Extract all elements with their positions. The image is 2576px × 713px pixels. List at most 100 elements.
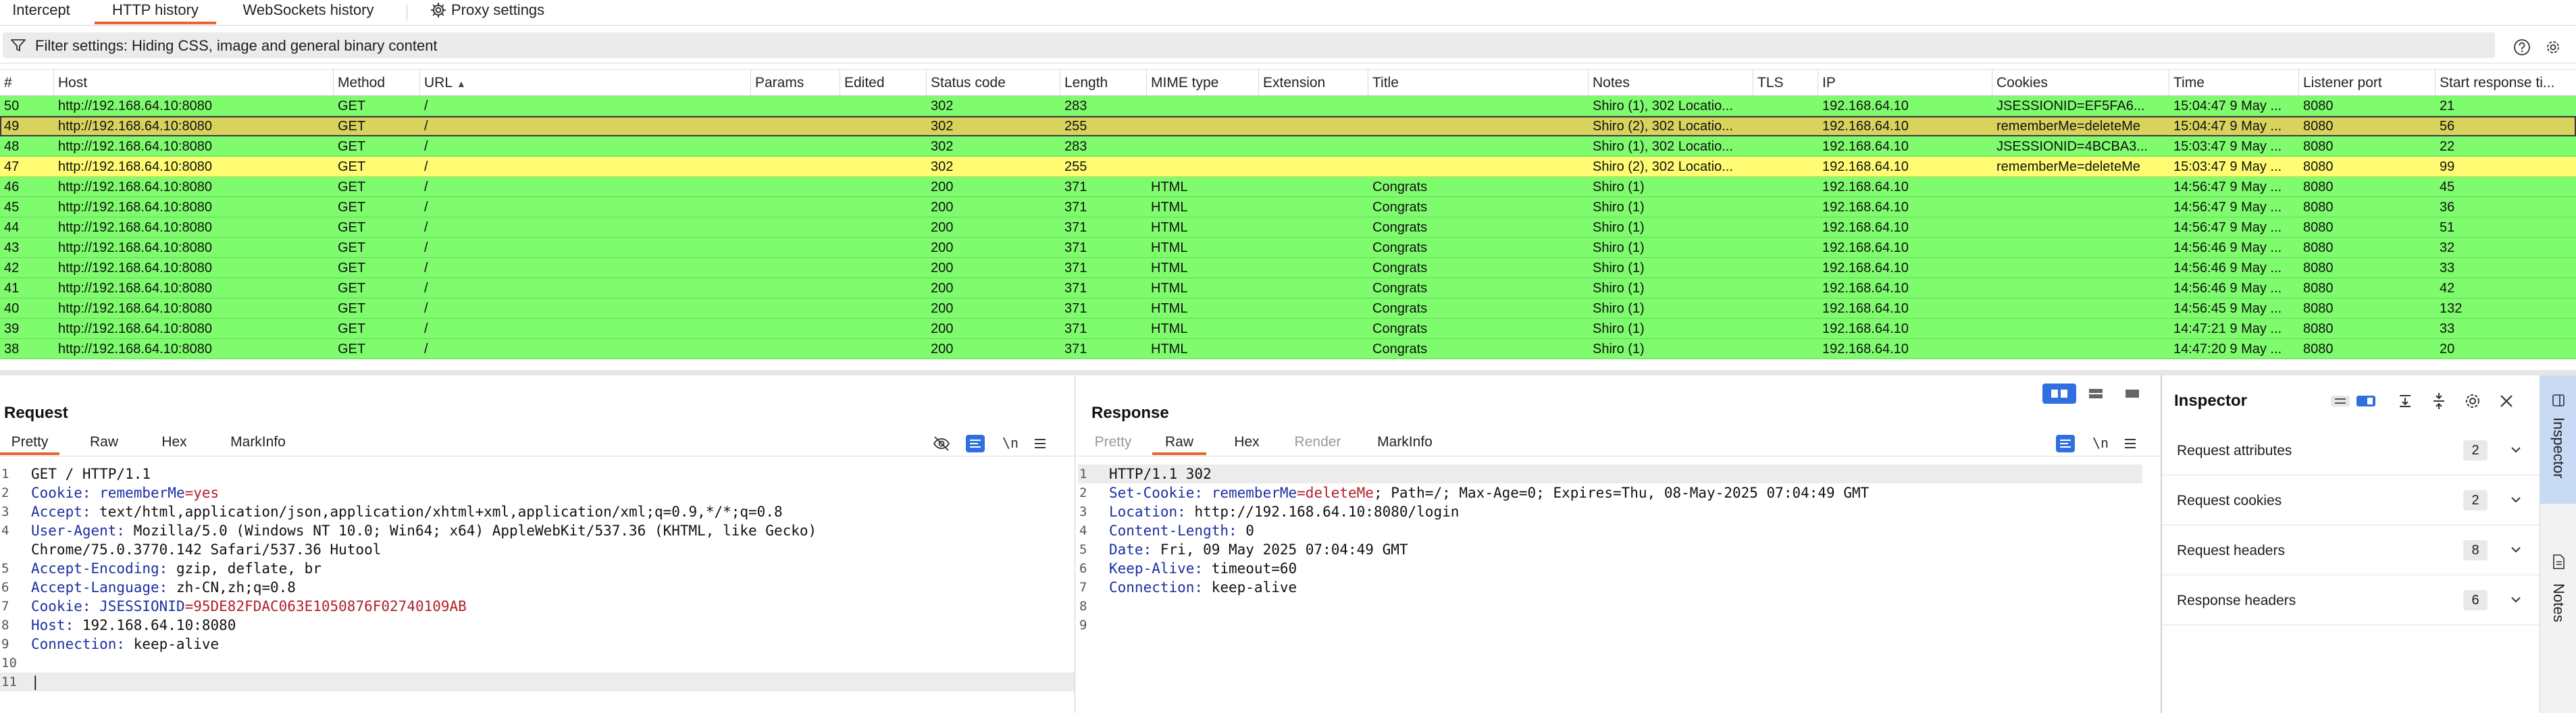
filter-settings-box[interactable]: Filter settings: Hiding CSS, image and g… xyxy=(3,32,2495,58)
tab-proxy-settings[interactable]: Proxy settings xyxy=(430,0,565,24)
column-params[interactable]: Params xyxy=(751,70,840,97)
column-cookies[interactable]: Cookies xyxy=(1992,70,2169,97)
cell-notes: Shiro (1) xyxy=(1593,281,1645,296)
column-ip[interactable]: IP xyxy=(1818,70,1992,97)
hide-icon[interactable] xyxy=(932,435,951,452)
table-row[interactable]: 45 http://192.168.64.10:8080 GET / 200 371 HTM… xyxy=(0,197,2576,217)
rail-tab-inspector[interactable]: Inspector xyxy=(2540,375,2576,504)
settings-icon[interactable] xyxy=(2544,38,2562,57)
inspector-section-request-cookies[interactable]: Request cookies 2 xyxy=(2162,475,2540,525)
rail-inspector-label: Inspector xyxy=(2550,417,2567,479)
chevron-down-icon[interactable] xyxy=(2508,442,2524,458)
pretty-format-icon[interactable] xyxy=(966,435,985,452)
column-method[interactable]: Method xyxy=(334,70,420,97)
side-rail: Inspector Notes xyxy=(2540,375,2576,713)
cell-title: Congrats xyxy=(1372,200,1428,215)
collapse-all-icon[interactable] xyxy=(2393,390,2417,412)
code-token: text/html,application/json,application/x… xyxy=(99,504,783,520)
column-mime-type[interactable]: MIME type xyxy=(1147,70,1259,97)
table-row[interactable]: 42 http://192.168.64.10:8080 GET / 200 371 HTM… xyxy=(0,258,2576,278)
code-token: =deleteMe xyxy=(1297,485,1374,501)
expand-all-icon[interactable] xyxy=(2427,390,2451,412)
column-tls[interactable]: TLS xyxy=(1753,70,1818,97)
side-by-side-layout-icon[interactable] xyxy=(2042,384,2076,404)
inspector-section-response-headers[interactable]: Response headers 6 xyxy=(2162,575,2540,625)
column-extension[interactable]: Extension xyxy=(1259,70,1368,97)
column-time[interactable]: Time xyxy=(2169,70,2299,97)
newline-toggle[interactable]: \n xyxy=(2092,435,2109,451)
cell-port: 8080 xyxy=(2303,159,2334,174)
table-row[interactable]: 46 http://192.168.64.10:8080 GET / 200 371 HTM… xyxy=(0,177,2576,197)
column-start-response-time[interactable]: Start response ti... xyxy=(2436,70,2576,97)
chevron-down-icon[interactable] xyxy=(2508,542,2524,558)
request-editor[interactable]: 1 GET / HTTP/1.1 2 Cookie: rememberMe=yes 3 A… xyxy=(0,465,1075,691)
response-title: Response xyxy=(1091,404,1169,422)
cell-length: 283 xyxy=(1064,139,1087,154)
menu-icon[interactable] xyxy=(1031,435,1050,452)
inspector-panel-layout-icon[interactable] xyxy=(2354,390,2378,412)
table-row[interactable]: 44 http://192.168.64.10:8080 GET / 200 371 HTM… xyxy=(0,217,2576,238)
chevron-down-icon[interactable] xyxy=(2508,492,2524,508)
stacked-layout-icon[interactable] xyxy=(2079,384,2113,404)
inspector-section-request-attributes[interactable]: Request attributes 2 xyxy=(2162,425,2540,475)
rail-tab-notes[interactable]: Notes xyxy=(2540,554,2576,648)
cell-mime: HTML xyxy=(1151,261,1188,275)
cell-start: 33 xyxy=(2440,261,2455,275)
column-edited[interactable]: Edited xyxy=(840,70,927,97)
inspector-list-layout-icon[interactable] xyxy=(2328,390,2352,412)
response-tab-raw[interactable]: Raw xyxy=(1152,432,1206,455)
pane-splitter[interactable] xyxy=(0,370,2576,375)
cell-num: 46 xyxy=(4,180,20,194)
cell-title: Congrats xyxy=(1372,301,1428,316)
code-token: 192.168.64.10:8080 xyxy=(82,617,236,633)
tab-intercept[interactable]: Intercept xyxy=(4,0,78,24)
menu-icon[interactable] xyxy=(2121,435,2140,452)
cell-url: / xyxy=(424,159,428,174)
cell-mime xyxy=(1147,157,1259,177)
column-notes[interactable]: Notes xyxy=(1589,70,1753,97)
request-tab-raw[interactable]: Raw xyxy=(80,432,128,455)
table-row[interactable]: 40 http://192.168.64.10:8080 GET / 200 371 HTM… xyxy=(0,298,2576,319)
table-row[interactable]: 47 http://192.168.64.10:8080 GET / 302 255 Shi… xyxy=(0,157,2576,177)
line-content: Connection: keep-alive xyxy=(1109,578,1297,597)
table-row[interactable]: 48 http://192.168.64.10:8080 GET / 302 283 Shi… xyxy=(0,136,2576,157)
request-tab-hex[interactable]: Hex xyxy=(150,432,199,455)
newline-toggle[interactable]: \n xyxy=(1002,435,1019,451)
response-tab-markinfo[interactable]: MarkInfo xyxy=(1366,432,1444,455)
cell-status: 200 xyxy=(931,301,954,316)
column-length[interactable]: Length xyxy=(1060,70,1147,97)
table-row[interactable]: 43 http://192.168.64.10:8080 GET / 200 371 HTM… xyxy=(0,238,2576,258)
response-tab-hex[interactable]: Hex xyxy=(1227,432,1267,455)
table-row[interactable]: 41 http://192.168.64.10:8080 GET / 200 371 HTM… xyxy=(0,278,2576,298)
request-tab-markinfo[interactable]: MarkInfo xyxy=(219,432,297,455)
request-tab-pretty[interactable]: Pretty xyxy=(0,432,59,455)
cell-num: 38 xyxy=(4,342,20,356)
table-row[interactable]: 49 http://192.168.64.10:8080 GET / 302 255 Shi… xyxy=(0,116,2576,136)
column-title[interactable]: Title xyxy=(1368,70,1589,97)
column-url[interactable]: URL ▲ xyxy=(420,70,751,97)
single-pane-layout-icon[interactable] xyxy=(2115,384,2149,404)
tab-http-history[interactable]: HTTP history xyxy=(95,0,216,24)
chevron-down-icon[interactable] xyxy=(2508,591,2524,608)
inspector-settings-icon[interactable] xyxy=(2461,390,2485,412)
inspector-section-request-headers[interactable]: Request headers 8 xyxy=(2162,525,2540,575)
response-tab-render[interactable]: Render xyxy=(1287,432,1348,455)
history-table-header: # Host Method URL ▲ Params Edited Status … xyxy=(0,69,2576,97)
table-row[interactable]: 39 http://192.168.64.10:8080 GET / 200 371 HTM… xyxy=(0,319,2576,339)
column-number[interactable]: # xyxy=(0,70,54,97)
close-icon[interactable] xyxy=(2494,390,2519,412)
response-editor[interactable]: 1 HTTP/1.1 302 2 Set-Cookie: rememberMe=del… xyxy=(1078,465,2142,635)
response-tab-pretty[interactable]: Pretty xyxy=(1089,432,1137,455)
tab-websockets-history[interactable]: WebSockets history xyxy=(232,0,384,24)
table-row[interactable]: 50 http://192.168.64.10:8080 GET / 302 283 Shi… xyxy=(0,96,2576,116)
cell-status: 200 xyxy=(931,240,954,255)
table-row[interactable]: 38 http://192.168.64.10:8080 GET / 200 371 HTM… xyxy=(0,339,2576,359)
column-listener-port[interactable]: Listener port xyxy=(2299,70,2436,97)
code-token: 0 xyxy=(1245,523,1254,539)
help-icon[interactable] xyxy=(2513,38,2531,57)
pretty-format-icon[interactable] xyxy=(2056,435,2075,452)
code-token: rememberMe xyxy=(99,485,185,501)
code-token: Date: xyxy=(1109,542,1160,558)
column-host[interactable]: Host xyxy=(54,70,334,97)
column-status-code[interactable]: Status code xyxy=(927,70,1060,97)
